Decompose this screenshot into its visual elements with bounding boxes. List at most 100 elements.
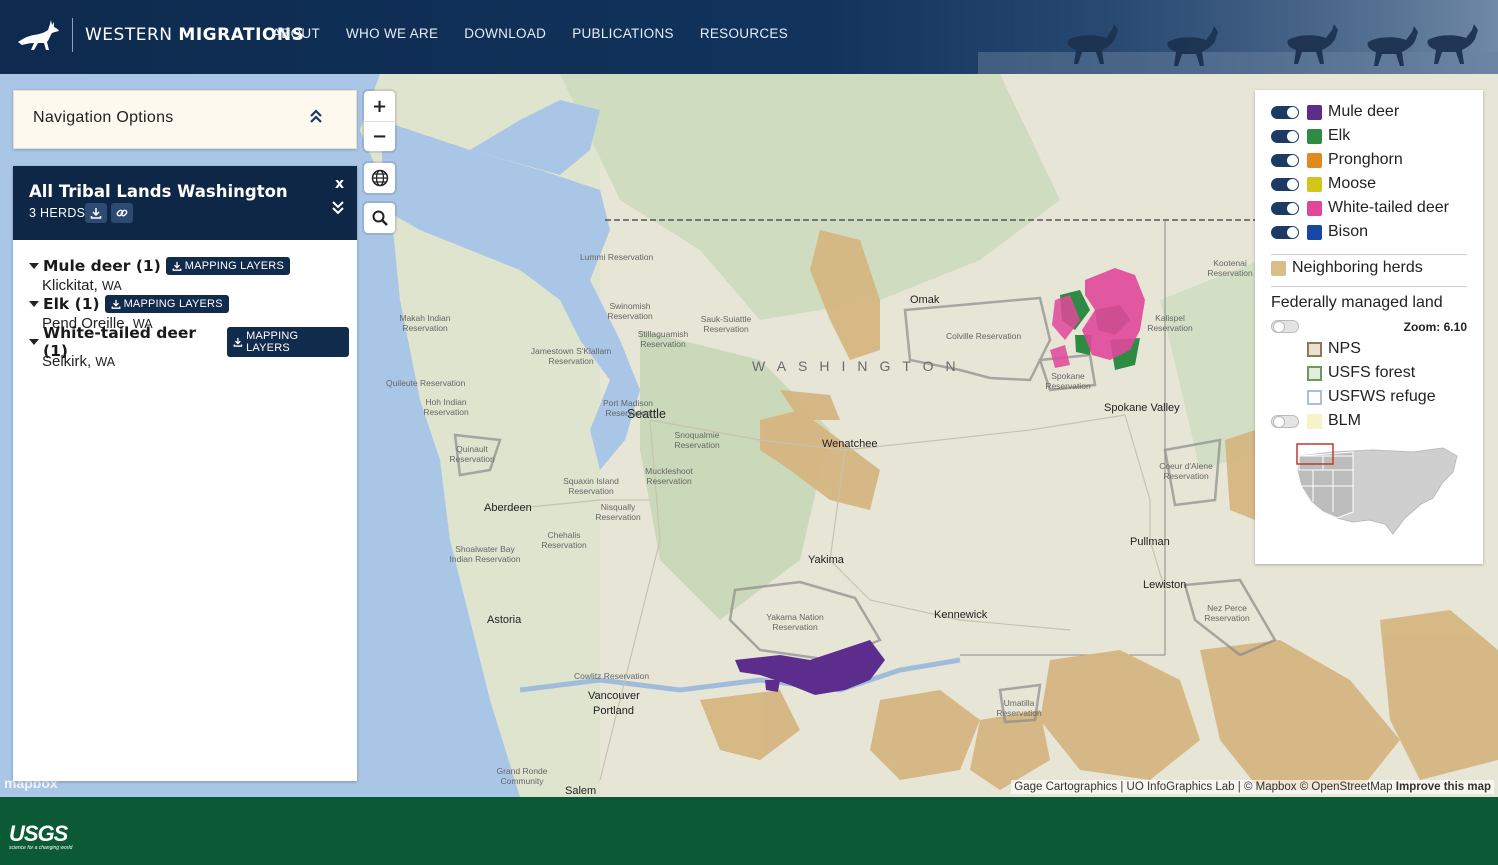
toggle-switch[interactable] (1271, 177, 1299, 191)
toggle-switch[interactable] (1271, 319, 1299, 333)
herd-species-name[interactable]: Mule deer (1) (43, 257, 161, 275)
federal-land-title: Federally managed land (1271, 294, 1443, 311)
map-attribution: Gage Cartographics | UO InfoGraphics Lab… (1011, 780, 1494, 794)
reservation-label: Quinault Reservation (449, 444, 495, 464)
herd-panel: All Tribal Lands Washington 3 HERDS x Mu… (13, 166, 357, 781)
city-label: Wenatchee (822, 438, 878, 450)
herd-panel-title: All Tribal Lands Washington (29, 182, 288, 201)
legend-divider (1271, 286, 1467, 287)
reservation-label: Snoqualmie Reservation (674, 430, 720, 450)
federal-land-toggle-row[interactable] (1271, 316, 1307, 336)
legend-item-blm[interactable]: BLM (1271, 411, 1361, 431)
legend-swatch (1307, 200, 1322, 216)
site-logo[interactable]: WESTERN MIGRATIONS (14, 16, 304, 54)
mapping-layers-button[interactable]: MAPPING LAYERS (104, 295, 229, 313)
globe-button[interactable] (364, 163, 395, 193)
legend-item-bison[interactable]: Bison (1271, 222, 1368, 242)
reservation-label: Kootenai Reservation (1207, 258, 1253, 278)
city-label: Portland (593, 705, 634, 717)
toggle-switch[interactable] (1271, 153, 1299, 167)
navigation-options-panel[interactable]: Navigation Options (13, 90, 357, 149)
double-chevron-down-icon[interactable] (331, 199, 345, 215)
reservation-label: Swinomish Reservation (607, 301, 653, 321)
reservation-label: Muckleshoot Reservation (645, 466, 693, 486)
toggle-switch[interactable] (1271, 201, 1299, 215)
city-label: Spokane Valley (1104, 402, 1180, 414)
globe-icon (371, 169, 388, 187)
download-button[interactable] (85, 203, 107, 223)
close-panel-button[interactable]: x (335, 176, 344, 192)
us-overview-minimap[interactable] (1293, 442, 1463, 538)
navigation-options-title: Navigation Options (33, 109, 174, 126)
reservation-label: Nez Perce Reservation (1204, 603, 1250, 623)
download-icon (111, 299, 120, 309)
legend-swatch (1307, 104, 1322, 120)
caret-down-icon[interactable] (29, 263, 39, 269)
toggle-switch[interactable] (1271, 129, 1299, 143)
city-label: Astoria (487, 614, 522, 626)
pronghorn-logo-icon (18, 20, 59, 50)
mapping-layers-button[interactable]: MAPPING LAYERS (165, 257, 290, 275)
link-icon (116, 209, 128, 217)
reservation-label: Nisqually Reservation (595, 502, 641, 522)
city-label: Vancouver (588, 690, 640, 702)
legend-item-usfs-forest: USFS forest (1307, 363, 1415, 383)
share-link-button[interactable] (111, 203, 133, 223)
reservation-label: Colville Reservation (946, 331, 1022, 341)
legend-swatch (1307, 365, 1322, 381)
toggle-switch[interactable] (1271, 414, 1299, 428)
map-legend: Mule deer Elk Pronghorn Moose White-tail… (1255, 90, 1483, 564)
reservation-label: Quileute Reservation (386, 378, 466, 388)
legend-swatch (1307, 413, 1322, 429)
legend-item-mule-deer[interactable]: Mule deer (1271, 102, 1399, 122)
legend-swatch (1307, 389, 1322, 405)
toggle-switch[interactable] (1271, 105, 1299, 119)
state-label-washington: WASHINGTON (752, 358, 968, 374)
legend-item-elk[interactable]: Elk (1271, 126, 1350, 146)
legend-item-moose[interactable]: Moose (1271, 174, 1376, 194)
nav-download[interactable]: DOWNLOAD (464, 26, 546, 41)
usgs-logo[interactable]: USGS science for a changing world (9, 821, 72, 851)
logo-divider (72, 18, 73, 52)
list-item: White-tailed deer (1) MAPPING LAYERS Sel… (29, 324, 349, 370)
legend-item-white-tailed-deer[interactable]: White-tailed deer (1271, 198, 1449, 218)
caret-down-icon[interactable] (29, 301, 39, 307)
search-button[interactable] (364, 203, 395, 233)
legend-item-usfws-refuge: USFWS refuge (1307, 387, 1436, 407)
reservation-label: Lummi Reservation (580, 252, 654, 262)
legend-swatch (1307, 176, 1322, 192)
reservation-label: Grand Ronde Community (496, 766, 548, 786)
reservation-label: Yakama Nation Reservation (766, 612, 824, 632)
caret-down-icon[interactable] (29, 339, 39, 345)
legend-swatch (1307, 224, 1322, 240)
site-footer: USGS science for a changing world (0, 797, 1498, 865)
globe-control (364, 163, 395, 193)
reservation-label: Jamestown S'Klallam Reservation (530, 346, 612, 366)
reservation-label: Cowlitz Reservation (574, 671, 650, 681)
download-icon (233, 337, 243, 347)
search-icon (372, 210, 388, 226)
reservation-label: Port Madison Reservation (602, 398, 654, 418)
zoom-level: Zoom: 6.10 (1403, 320, 1467, 334)
herd-species-name[interactable]: Elk (1) (43, 295, 100, 313)
city-label: Omak (910, 294, 940, 306)
nav-publications[interactable]: PUBLICATIONS (572, 26, 674, 41)
legend-item-neighboring-herds: Neighboring herds (1271, 258, 1423, 278)
nav-about[interactable]: ABOUT (272, 26, 320, 41)
legend-divider (1271, 254, 1467, 255)
attribution-text[interactable]: Gage Cartographics | UO InfoGraphics Lab… (1014, 781, 1392, 793)
reservation-label: Spokane Reservation (1045, 371, 1091, 391)
legend-item-pronghorn[interactable]: Pronghorn (1271, 150, 1403, 170)
nav-resources[interactable]: RESOURCES (700, 26, 788, 41)
toggle-switch[interactable] (1271, 225, 1299, 239)
double-chevron-up-icon[interactable] (308, 107, 324, 125)
zoom-out-button[interactable]: − (364, 121, 395, 151)
legend-swatch (1307, 341, 1322, 357)
reservation-label: Hoh Indian Reservation (423, 397, 469, 417)
legend-swatch (1307, 152, 1322, 168)
mapping-layers-button[interactable]: MAPPING LAYERS (227, 327, 349, 357)
header-deer-banner-image (978, 0, 1498, 74)
improve-map-link[interactable]: Improve this map (1396, 781, 1491, 793)
nav-who-we-are[interactable]: WHO WE ARE (346, 26, 438, 41)
zoom-in-button[interactable]: + (364, 91, 395, 121)
